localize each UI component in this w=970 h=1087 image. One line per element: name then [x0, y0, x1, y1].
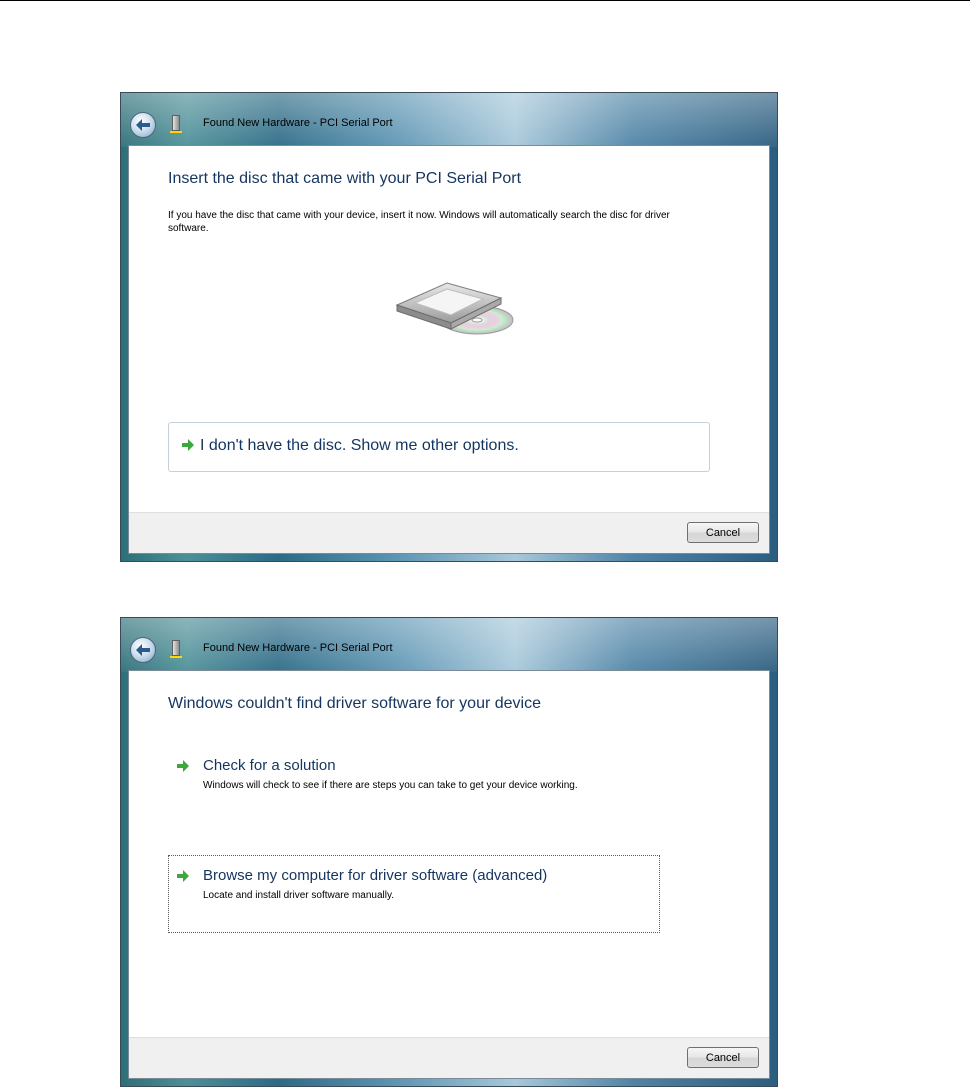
- green-arrow-icon: [177, 760, 189, 772]
- browse-computer-link[interactable]: Browse my computer for driver software (…: [168, 855, 660, 933]
- cancel-button[interactable]: Cancel: [687, 1047, 759, 1068]
- main-instruction: Insert the disc that came with your PCI …: [168, 170, 522, 187]
- check-for-solution-link[interactable]: Check for a solution Windows will check …: [168, 753, 658, 809]
- browse-computer-label: Browse my computer for driver software (…: [203, 867, 548, 884]
- dialog-content: Insert the disc that came with your PCI …: [128, 145, 770, 554]
- hardware-device-icon: [170, 640, 182, 658]
- page-top-rule: [0, 0, 970, 1]
- no-disc-show-options-link[interactable]: I don't have the disc. Show me other opt…: [168, 422, 710, 472]
- instruction-description: If you have the disc that came with your…: [168, 210, 670, 234]
- back-arrow-icon: [136, 119, 150, 131]
- back-arrow-icon: [136, 644, 150, 656]
- disc-drive-icon: [395, 282, 514, 335]
- green-arrow-icon: [177, 870, 189, 882]
- back-button[interactable]: [130, 112, 156, 138]
- dialog-footer: Cancel: [129, 512, 769, 553]
- check-solution-description: Windows will check to see if there are s…: [203, 780, 578, 791]
- window-title: Found New Hardware - PCI Serial Port: [203, 117, 393, 129]
- main-instruction: Windows couldn't find driver software fo…: [168, 695, 541, 712]
- no-disc-option-label: I don't have the disc. Show me other opt…: [200, 437, 519, 454]
- dialog-content: Windows couldn't find driver software fo…: [128, 670, 770, 1079]
- check-solution-label: Check for a solution: [203, 757, 336, 774]
- found-new-hardware-dialog-2: Found New Hardware - PCI Serial Port Win…: [120, 617, 778, 1087]
- green-arrow-icon: [182, 439, 194, 451]
- found-new-hardware-dialog-1: Found New Hardware - PCI Serial Port Ins…: [120, 92, 778, 562]
- hardware-device-icon: [170, 115, 182, 133]
- dialog-footer: Cancel: [129, 1037, 769, 1078]
- cancel-button[interactable]: Cancel: [687, 522, 759, 543]
- back-button[interactable]: [130, 637, 156, 663]
- browse-computer-description: Locate and install driver software manua…: [203, 890, 395, 901]
- window-title: Found New Hardware - PCI Serial Port: [203, 642, 393, 654]
